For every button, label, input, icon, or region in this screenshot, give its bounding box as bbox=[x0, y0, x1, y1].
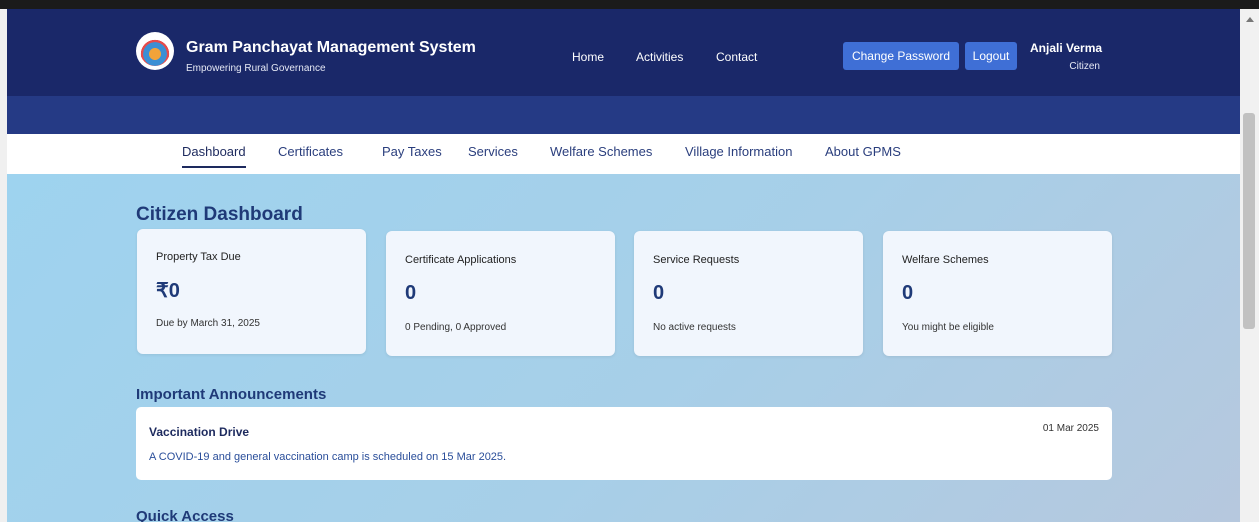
tab-village-information[interactable]: Village Information bbox=[685, 144, 792, 159]
nav-contact-link[interactable]: Contact bbox=[716, 50, 757, 64]
card-label: Service Requests bbox=[653, 254, 740, 266]
tab-welfare-schemes[interactable]: Welfare Schemes bbox=[550, 144, 652, 159]
user-name: Anjali Verma bbox=[1030, 41, 1103, 55]
card-label: Welfare Schemes bbox=[902, 254, 989, 266]
card-certificate-applications[interactable]: Certificate Applications 0 0 Pending, 0 … bbox=[386, 231, 615, 356]
page-scrollbar[interactable] bbox=[1240, 9, 1259, 522]
dashboard-main: Citizen Dashboard Property Tax Due ₹0 Du… bbox=[7, 174, 1240, 522]
brand-subtitle: Empowering Rural Governance bbox=[186, 63, 326, 74]
card-welfare-schemes[interactable]: Welfare Schemes 0 You might be eligible bbox=[883, 231, 1112, 356]
scroll-up-arrow-icon[interactable] bbox=[1246, 17, 1254, 22]
section-nav: Dashboard Certificates Pay Taxes Service… bbox=[7, 134, 1240, 174]
quick-access-heading: Quick Access bbox=[136, 508, 234, 522]
tab-services[interactable]: Services bbox=[468, 144, 518, 159]
card-value: 0 bbox=[405, 282, 417, 304]
scroll-thumb[interactable] bbox=[1243, 113, 1255, 329]
announcement-text: A COVID-19 and general vaccination camp … bbox=[149, 451, 507, 463]
page-title: Citizen Dashboard bbox=[136, 204, 303, 225]
card-note: 0 Pending, 0 Approved bbox=[405, 322, 507, 333]
logo-emblem bbox=[140, 36, 170, 66]
panchayat-logo-icon[interactable] bbox=[136, 32, 174, 70]
card-note: No active requests bbox=[653, 322, 736, 333]
logout-button[interactable]: Logout bbox=[965, 42, 1017, 70]
card-value: 0 bbox=[902, 282, 914, 304]
tab-dashboard[interactable]: Dashboard bbox=[182, 144, 246, 159]
browser-top-strip bbox=[0, 0, 1259, 9]
card-label: Property Tax Due bbox=[156, 251, 241, 263]
card-property-tax[interactable]: Property Tax Due ₹0 Due by March 31, 202… bbox=[137, 229, 366, 354]
tab-certificates[interactable]: Certificates bbox=[278, 144, 343, 159]
announcement-title: Vaccination Drive bbox=[149, 425, 250, 439]
announcement-date: 01 Mar 2025 bbox=[1042, 423, 1099, 434]
header-band bbox=[7, 96, 1240, 134]
user-role: Citizen bbox=[1069, 61, 1100, 72]
card-note: Due by March 31, 2025 bbox=[156, 318, 260, 329]
card-note: You might be eligible bbox=[902, 322, 994, 333]
card-value: ₹0 bbox=[156, 280, 180, 302]
brand-title[interactable]: Gram Panchayat Management System bbox=[186, 39, 476, 57]
announcement-item[interactable]: Vaccination Drive A COVID-19 and general… bbox=[136, 407, 1112, 480]
site-header: Gram Panchayat Management System Empower… bbox=[7, 9, 1240, 134]
tab-pay-taxes[interactable]: Pay Taxes bbox=[382, 144, 442, 159]
nav-home-link[interactable]: Home bbox=[572, 50, 604, 64]
tab-about-gpms[interactable]: About GPMS bbox=[825, 144, 901, 159]
nav-activities-link[interactable]: Activities bbox=[636, 50, 683, 64]
card-service-requests[interactable]: Service Requests 0 No active requests bbox=[634, 231, 863, 356]
card-label: Certificate Applications bbox=[405, 254, 517, 266]
active-tab-indicator bbox=[182, 166, 246, 168]
change-password-button[interactable]: Change Password bbox=[843, 42, 959, 70]
announcements-heading: Important Announcements bbox=[136, 386, 327, 403]
card-value: 0 bbox=[653, 282, 665, 304]
